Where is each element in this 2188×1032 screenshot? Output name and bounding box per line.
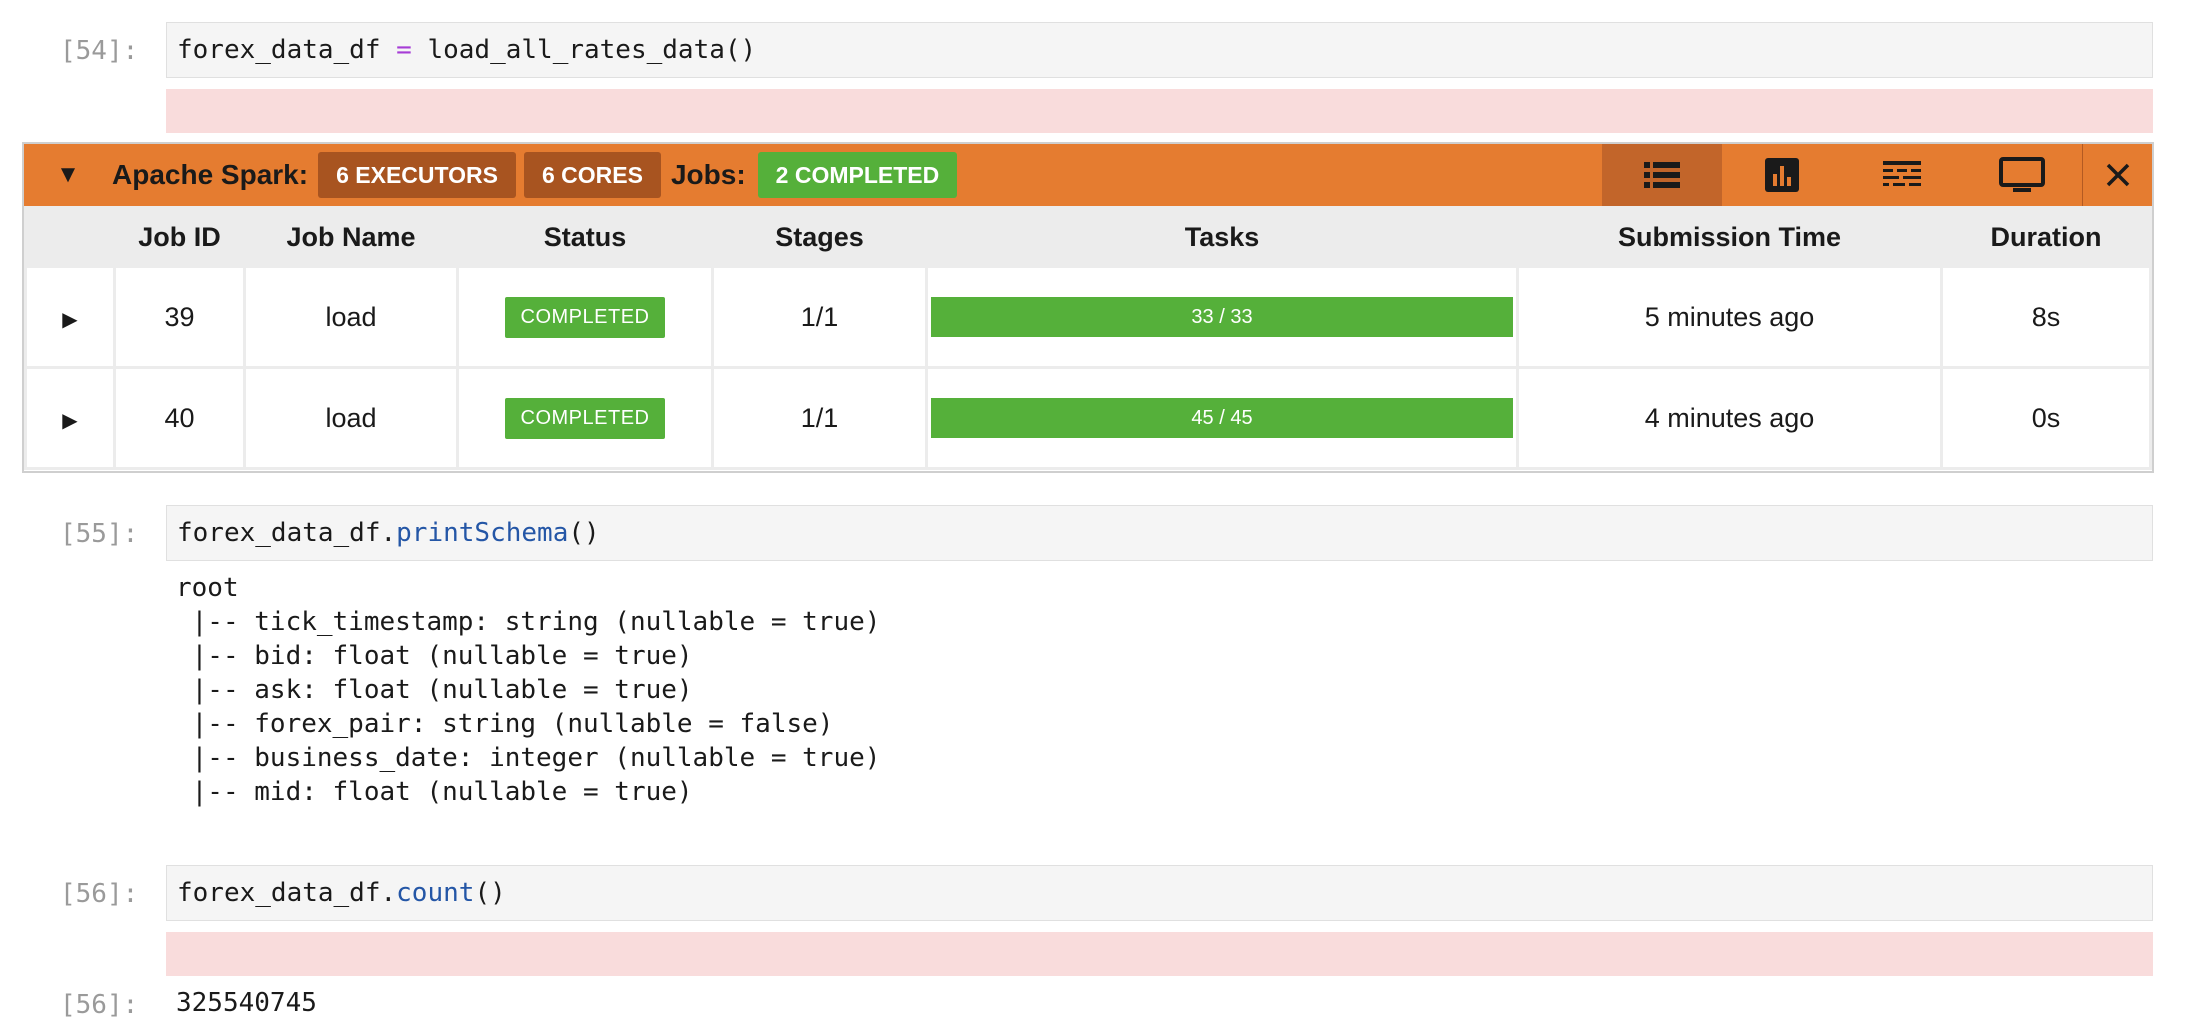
spark-monitor-widget: ▼ Apache Spark: 6 EXECUTORS 6 CORES Jobs… <box>22 142 2154 473</box>
cell-prompt: [55]: <box>60 519 139 549</box>
jobs-status-badge: 2 COMPLETED <box>757 152 958 198</box>
monitor-icon[interactable] <box>1962 144 2082 206</box>
duration: 0s <box>1943 369 2149 467</box>
table-row: ▶ 40 load COMPLETED 1/1 45 / 45 4 minute… <box>27 369 2149 467</box>
stderr-output-bar <box>166 932 2153 976</box>
code-text: forex_data_df. <box>177 878 397 908</box>
column-header-job-id: Job ID <box>116 209 243 265</box>
expand-arrow-icon[interactable]: ▶ <box>62 410 77 432</box>
cores-badge: 6 CORES <box>523 152 661 198</box>
column-header <box>27 209 113 265</box>
schema-output: root |-- tick_timestamp: string (nullabl… <box>176 573 881 807</box>
close-icon[interactable] <box>2082 144 2152 206</box>
tasks-progress-bar: 33 / 33 <box>931 297 1513 337</box>
status-badge: COMPLETED <box>504 296 666 338</box>
column-header-status: Status <box>459 209 711 265</box>
tasks-progress-label: 45 / 45 <box>1191 406 1253 429</box>
cell-prompt: [56]: <box>60 879 139 909</box>
stderr-output-bar <box>166 89 2153 133</box>
status-cell: COMPLETED <box>459 268 711 366</box>
tasks-progress-bar: 45 / 45 <box>931 398 1513 438</box>
collapse-toggle-icon[interactable]: ▼ <box>24 144 112 206</box>
code-text: () <box>568 518 600 548</box>
list-icon[interactable] <box>1602 144 1722 206</box>
column-header-job-name: Job Name <box>246 209 456 265</box>
submission-time: 5 minutes ago <box>1519 268 1940 366</box>
column-header-submission-time: Submission Time <box>1519 209 1940 265</box>
column-header-tasks: Tasks <box>928 209 1516 265</box>
cell-prompt: [54]: <box>60 36 139 66</box>
row-expander[interactable]: ▶ <box>27 268 113 366</box>
executors-badge: 6 EXECUTORS <box>318 152 516 198</box>
jobs-table-header: Job ID Job Name Status Stages Tasks Subm… <box>27 209 2149 265</box>
table-row: ▶ 39 load COMPLETED 1/1 33 / 33 5 minute… <box>27 268 2149 366</box>
tasks-cell: 33 / 33 <box>928 268 1516 366</box>
bar-chart-icon[interactable] <box>1722 144 1842 206</box>
code-cell-input[interactable]: forex_data_df.count() <box>166 865 2153 921</box>
status-cell: COMPLETED <box>459 369 711 467</box>
job-id: 40 <box>116 369 243 467</box>
row-expander[interactable]: ▶ <box>27 369 113 467</box>
timeline-icon[interactable] <box>1842 144 1962 206</box>
code-cell-input[interactable]: forex_data_df.printSchema() <box>166 505 2153 561</box>
submission-time: 4 minutes ago <box>1519 369 1940 467</box>
code-cell-input[interactable]: forex_data_df = load_all_rates_data() <box>166 22 2153 78</box>
code-text: forex_data_df <box>177 35 397 65</box>
expand-arrow-icon[interactable]: ▶ <box>62 309 77 331</box>
code-function: printSchema <box>396 518 569 548</box>
job-name: load <box>246 268 456 366</box>
code-text: () <box>474 878 506 908</box>
job-id: 39 <box>116 268 243 366</box>
column-header-stages: Stages <box>714 209 925 265</box>
spark-title: Apache Spark: <box>112 159 309 190</box>
status-badge: COMPLETED <box>504 397 666 439</box>
count-output: 325540745 <box>176 988 317 1018</box>
stages: 1/1 <box>714 369 925 467</box>
jobs-table: Job ID Job Name Status Stages Tasks Subm… <box>24 206 2152 470</box>
column-header-duration: Duration <box>1943 209 2149 265</box>
spark-monitor-header: ▼ Apache Spark: 6 EXECUTORS 6 CORES Jobs… <box>24 144 2152 206</box>
jobs-label: Jobs: <box>670 159 746 190</box>
output-prompt: [56]: <box>60 990 139 1020</box>
code-function: count <box>396 878 475 908</box>
job-name: load <box>246 369 456 467</box>
tasks-progress-label: 33 / 33 <box>1191 305 1253 328</box>
duration: 8s <box>1943 268 2149 366</box>
code-text: load_all_rates_data() <box>411 35 757 65</box>
tasks-cell: 45 / 45 <box>928 369 1516 467</box>
code-operator: = <box>396 35 412 65</box>
stages: 1/1 <box>714 268 925 366</box>
code-text: forex_data_df. <box>177 518 397 548</box>
